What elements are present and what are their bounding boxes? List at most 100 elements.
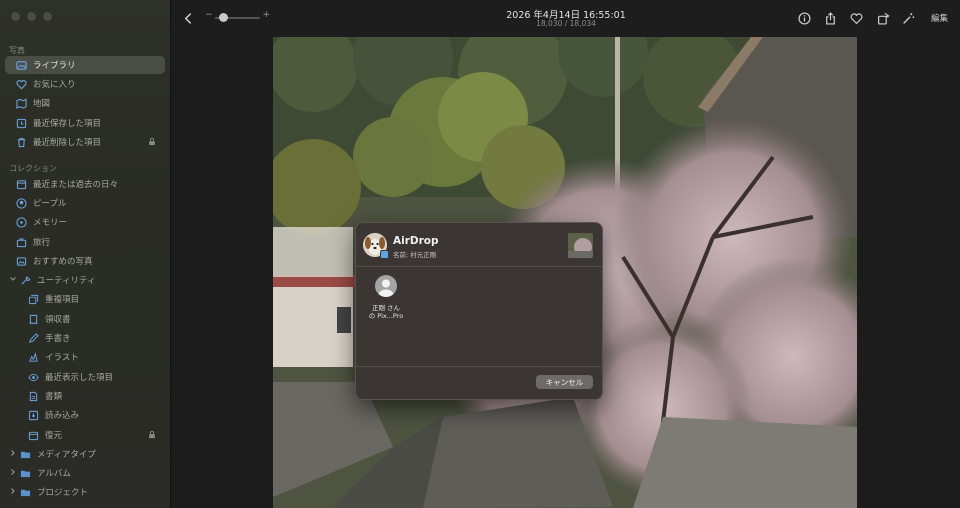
sidebar-item-label: 復元	[45, 431, 63, 441]
library-icon	[14, 58, 28, 72]
toolbar: − + 2026 年4月14日 16:55:01 18,030 / 18,034…	[172, 0, 960, 36]
magic-wand-icon	[902, 12, 914, 24]
enhance-button[interactable]	[900, 10, 916, 26]
sidebar-item-label: アルバム	[37, 469, 71, 479]
airdrop-sheet: AirDrop 名前: 村元正剛 正剛 さん の Pix...Pro キャンセル	[355, 222, 603, 400]
close-window-button[interactable]	[11, 12, 20, 21]
recovered-icon	[26, 428, 40, 442]
document-icon	[26, 389, 40, 403]
import-icon	[26, 408, 40, 422]
sidebar-item-label: 最近保存した項目	[33, 119, 102, 129]
sidebar-item-days[interactable]: 最近または過去の日々	[5, 175, 165, 193]
sidebar-item-label: メディアタイプ	[37, 450, 96, 460]
chevron-right-icon[interactable]	[9, 487, 17, 495]
lock-icon	[148, 430, 156, 442]
sidebar-item-label: 最近削除した項目	[33, 138, 102, 148]
recently-saved-icon	[14, 116, 28, 130]
map-icon	[14, 96, 28, 110]
sidebar: 写真 ライブラリ お気に入り 地図 最近保存した項目 最近削除した項目 コレクシ…	[0, 0, 171, 508]
sidebar-item-label: お気に入り	[33, 80, 76, 90]
sidebar-item-trips[interactable]: 旅行	[5, 233, 165, 251]
sidebar-item-library[interactable]: ライブラリ	[5, 56, 165, 74]
zoom-window-button[interactable]	[43, 12, 52, 21]
sidebar-item-recovered[interactable]: 復元	[5, 426, 165, 444]
sidebar-item-imports[interactable]: 読み込み	[5, 406, 165, 424]
sidebar-item-label: ライブラリ	[33, 61, 76, 71]
folder-icon	[18, 485, 32, 499]
sidebar-item-recently-saved[interactable]: 最近保存した項目	[5, 114, 165, 132]
heart-icon	[14, 77, 28, 91]
calendar-icon	[14, 177, 28, 191]
trash-icon	[14, 135, 28, 149]
sidebar-item-memories[interactable]: メモリー	[5, 213, 165, 231]
sidebar-item-utilities[interactable]: ユーティリティ	[5, 271, 165, 289]
utilities-icon	[18, 273, 32, 287]
sidebar-item-label: 地図	[33, 99, 51, 109]
sidebar-item-recently-deleted[interactable]: 最近削除した項目	[5, 133, 165, 151]
person-icon	[375, 275, 397, 297]
handwriting-icon	[26, 331, 40, 345]
sidebar-item-media-types[interactable]: メディアタイプ	[5, 445, 165, 463]
folder-icon	[18, 447, 32, 461]
sidebar-item-label: 領収書	[45, 315, 71, 325]
receipt-icon	[26, 312, 40, 326]
share-icon	[825, 11, 835, 25]
photo-count: 18,030 / 18,034	[536, 19, 596, 28]
info-icon	[797, 11, 811, 25]
sidebar-item-illustrations[interactable]: イラスト	[5, 348, 165, 366]
sidebar-item-label: 読み込み	[45, 411, 80, 421]
minimize-window-button[interactable]	[27, 12, 36, 21]
duplicates-icon	[26, 292, 40, 306]
edit-button[interactable]: 編集	[931, 12, 948, 24]
chevron-right-icon[interactable]	[9, 468, 17, 476]
sidebar-item-label: 重複項目	[45, 295, 80, 305]
lock-icon	[148, 137, 156, 149]
chevron-down-icon[interactable]	[9, 275, 17, 283]
featured-photos-icon	[14, 254, 28, 268]
sidebar-item-albums[interactable]: アルバム	[5, 464, 165, 482]
sidebar-item-label: 最近表示した項目	[45, 373, 114, 383]
divider	[356, 266, 602, 267]
sidebar-item-label: 旅行	[33, 238, 51, 248]
sidebar-item-label: 最近または過去の日々	[33, 180, 119, 190]
sidebar-item-favorites[interactable]: お気に入り	[5, 75, 165, 93]
sidebar-item-label: ユーティリティ	[37, 276, 96, 286]
sidebar-item-handwriting[interactable]: 手書き	[5, 329, 165, 347]
cancel-button[interactable]: キャンセル	[536, 375, 593, 389]
sidebar-item-projects[interactable]: プロジェクト	[5, 483, 165, 501]
rotate-button[interactable]	[875, 10, 891, 26]
illustration-icon	[26, 350, 40, 364]
section-header-photos: 写真	[9, 46, 25, 55]
section-header-collections: コレクション	[9, 164, 57, 173]
sidebar-item-label: 書類	[45, 392, 63, 402]
airdrop-badge-icon	[380, 250, 389, 259]
eye-icon	[26, 370, 40, 384]
window-controls	[11, 12, 52, 21]
sidebar-item-map[interactable]: 地図	[5, 94, 165, 112]
chevron-right-icon[interactable]	[9, 449, 17, 457]
sidebar-item-label: 手書き	[45, 334, 71, 344]
thumbnail-image	[568, 233, 593, 258]
sidebar-item-label: ピープル	[33, 199, 67, 209]
sidebar-item-label: おすすめの写真	[33, 257, 93, 267]
info-button[interactable]	[796, 10, 812, 26]
favorite-button[interactable]	[848, 10, 864, 26]
airdrop-device[interactable]: 正剛 さん の Pix...Pro	[367, 275, 405, 320]
sidebar-item-featured[interactable]: おすすめの写真	[5, 252, 165, 270]
sidebar-item-documents[interactable]: 書類	[5, 387, 165, 405]
heart-icon	[850, 12, 862, 24]
divider	[356, 366, 602, 367]
device-name-line1: 正剛 さん	[371, 304, 401, 312]
folder-icon	[18, 466, 32, 480]
sidebar-item-receipts[interactable]: 領収書	[5, 310, 165, 328]
sidebar-item-recently-viewed[interactable]: 最近表示した項目	[5, 368, 165, 386]
airdrop-sender-name: 名前: 村元正剛	[393, 251, 437, 259]
sidebar-item-label: メモリー	[33, 218, 68, 228]
sidebar-item-people[interactable]: ピープル	[5, 194, 165, 212]
memories-icon	[14, 215, 28, 229]
sidebar-item-label: イラスト	[45, 353, 79, 363]
sidebar-item-duplicates[interactable]: 重複項目	[5, 290, 165, 308]
share-button[interactable]	[822, 10, 838, 26]
people-icon	[14, 196, 28, 210]
airdrop-title: AirDrop	[393, 235, 439, 247]
